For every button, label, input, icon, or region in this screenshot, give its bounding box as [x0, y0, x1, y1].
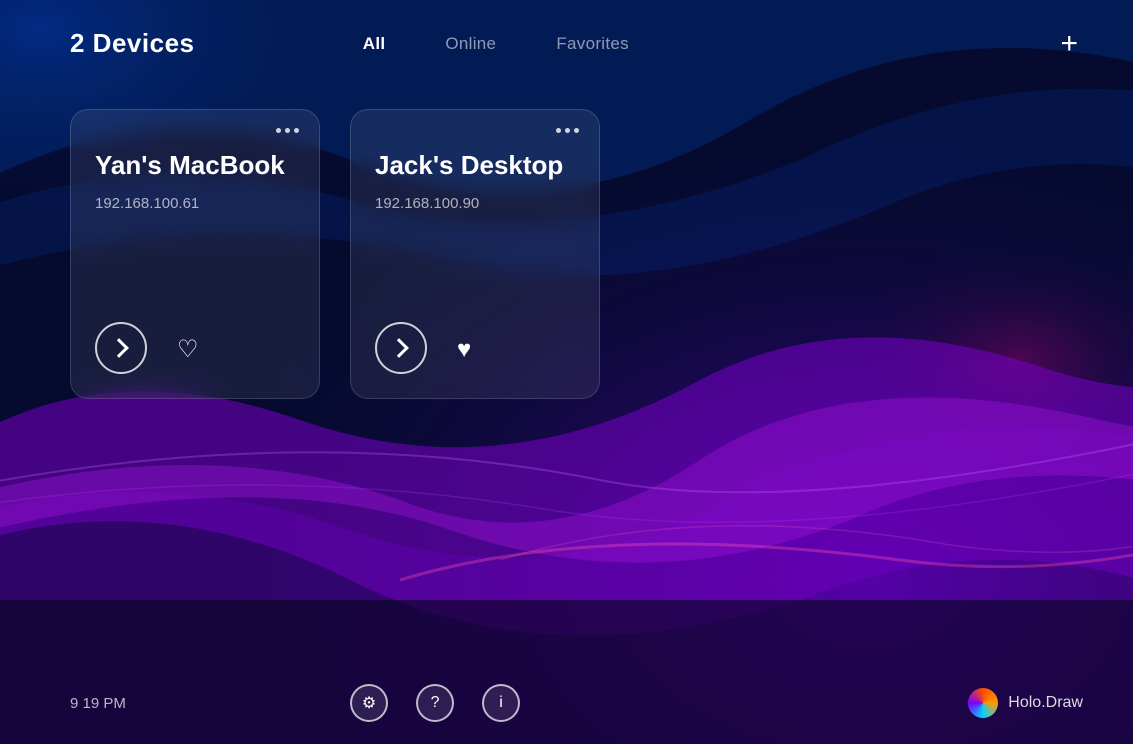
connect-button-macbook[interactable]: [95, 322, 147, 374]
card-actions-macbook: [95, 292, 295, 374]
device-ip-desktop: 192.168.100.90: [375, 195, 575, 212]
menu-dot: [574, 128, 579, 133]
add-device-button[interactable]: +: [1055, 29, 1083, 59]
favorite-button-desktop[interactable]: [457, 333, 471, 364]
header: 2 Devices All Online Favorites +: [0, 0, 1133, 79]
card-menu-macbook[interactable]: [276, 128, 299, 133]
device-card-desktop[interactable]: Jack's Desktop 192.168.100.90: [350, 109, 600, 399]
footer: 9 19 PM ⚙ ? i Holo.Draw: [0, 664, 1133, 744]
menu-dot: [565, 128, 570, 133]
brand-logo-icon: [968, 688, 998, 718]
devices-count: 2 Devices: [70, 28, 194, 59]
chevron-right-icon: [389, 338, 409, 358]
gear-icon: ⚙: [362, 693, 376, 713]
menu-dot: [276, 128, 281, 133]
chevron-right-icon: [109, 338, 129, 358]
info-button[interactable]: i: [482, 684, 520, 722]
card-menu-desktop[interactable]: [556, 128, 579, 133]
heart-filled-icon: [457, 333, 471, 364]
time-display: 9 19 PM: [70, 695, 126, 712]
heart-outline-icon: [177, 333, 199, 364]
tab-online[interactable]: Online: [445, 34, 496, 54]
menu-dot: [285, 128, 290, 133]
help-button[interactable]: ?: [416, 684, 454, 722]
devices-grid: Yan's MacBook 192.168.100.61 Jack's Desk…: [0, 89, 1133, 419]
device-ip-macbook: 192.168.100.61: [95, 195, 295, 212]
device-name-desktop: Jack's Desktop: [375, 150, 575, 181]
info-icon: i: [499, 694, 503, 712]
device-name-macbook: Yan's MacBook: [95, 150, 295, 181]
settings-button[interactable]: ⚙: [350, 684, 388, 722]
tab-all[interactable]: All: [363, 34, 386, 54]
device-card-macbook[interactable]: Yan's MacBook 192.168.100.61: [70, 109, 320, 399]
connect-button-desktop[interactable]: [375, 322, 427, 374]
menu-dot: [294, 128, 299, 133]
brand-area: Holo.Draw: [968, 688, 1083, 718]
brand-name: Holo.Draw: [1008, 694, 1083, 712]
nav-tabs: All Online Favorites: [363, 34, 629, 54]
card-actions-desktop: [375, 292, 575, 374]
question-icon: ?: [431, 694, 440, 712]
tab-favorites[interactable]: Favorites: [556, 34, 629, 54]
footer-icons: ⚙ ? i: [350, 684, 520, 722]
menu-dot: [556, 128, 561, 133]
favorite-button-macbook[interactable]: [177, 333, 199, 364]
